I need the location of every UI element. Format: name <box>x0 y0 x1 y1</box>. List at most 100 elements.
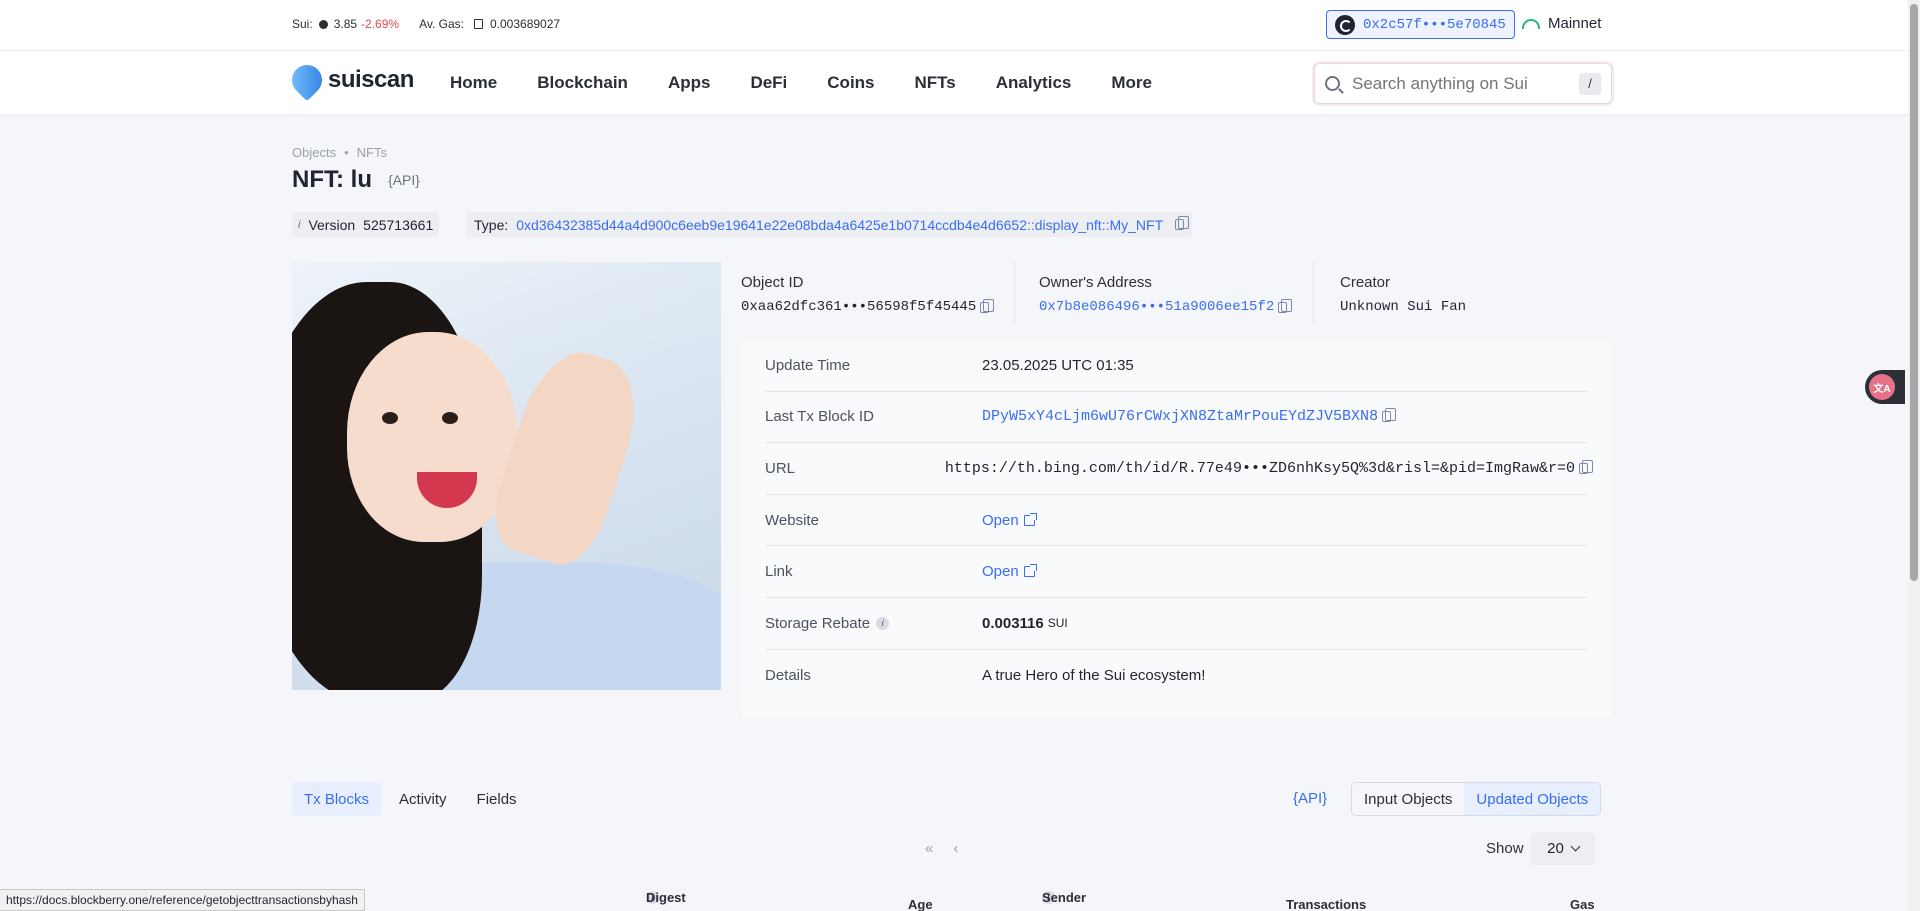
nav-item-home[interactable]: Home <box>450 73 497 93</box>
breadcrumb-objects[interactable]: Objects <box>292 145 336 160</box>
detail-row-details: Details A true Hero of the Sui ecosystem… <box>765 650 1588 702</box>
detail-label: Website <box>765 511 819 529</box>
first-page-button[interactable]: « <box>925 840 933 857</box>
tab-tx-blocks[interactable]: Tx Blocks <box>292 782 382 816</box>
wallet-button[interactable]: 0x2c57f•••5e70845 <box>1326 10 1515 39</box>
logo-text: suiscan <box>328 66 414 93</box>
object-info-row: Object ID 0xaa62dfc361•••56598f5f45445 O… <box>741 262 1612 326</box>
detail-row-update-time: Update Time 23.05.2025 UTC 01:35 <box>765 340 1588 392</box>
sui-label: Sui: <box>292 17 313 31</box>
translate-button[interactable]: 文A <box>1865 370 1905 404</box>
external-link-icon[interactable] <box>1023 564 1037 578</box>
search-icon <box>1325 76 1340 91</box>
type-link[interactable]: 0xd36432385d44a4d900c6eeb9e19641e22e08bd… <box>516 217 1163 233</box>
detail-label: Last Tx Block ID <box>765 408 874 426</box>
suiscan-logo[interactable]: suiscan <box>285 58 414 102</box>
detail-label: Update Time <box>765 356 851 374</box>
nav-item-more[interactable]: More <box>1111 73 1152 93</box>
api-tag[interactable]: {API} <box>388 172 420 188</box>
type-chip: Type: 0xd36432385d44a4d900c6eeb9e19641e2… <box>466 212 1193 237</box>
breadcrumb-separator: • <box>344 145 349 160</box>
breadcrumb: Objects • NFTs <box>292 145 387 160</box>
scrollbar-thumb[interactable] <box>1910 4 1918 581</box>
tab-activity[interactable]: Activity <box>387 782 459 816</box>
sui-coin-icon <box>318 19 328 29</box>
owner-label: Owner's Address <box>1039 274 1152 291</box>
gas-pump-icon <box>473 19 483 29</box>
column-header-sender: Sender <box>1042 889 1087 905</box>
copy-icon[interactable] <box>1382 408 1397 423</box>
nav-item-blockchain[interactable]: Blockchain <box>537 73 628 93</box>
update-time-value: 23.05.2025 UTC 01:35 <box>982 356 1134 374</box>
url-value: https://th.bing.com/th/id/R.77e49•••ZD6n… <box>944 459 1575 477</box>
info-icon[interactable]: i <box>876 616 890 630</box>
website-open-link[interactable]: Open <box>982 512 1019 529</box>
column-header-transactions: Transactions <box>1286 897 1367 911</box>
signal-icon <box>1522 18 1540 29</box>
browser-status-url: https://docs.blockberry.one/reference/ge… <box>0 889 365 911</box>
nav-item-nfts[interactable]: NFTs <box>915 73 956 93</box>
tab-fields[interactable]: Fields <box>465 782 529 816</box>
sui-unit: SUI <box>1047 616 1068 631</box>
search-input[interactable] <box>1352 73 1572 94</box>
detail-row-link: Link Open <box>765 546 1588 598</box>
sui-price: 3.85 <box>333 17 358 31</box>
creator-cell: Creator Unknown Sui Fan <box>1314 262 1466 326</box>
external-link-icon[interactable] <box>1023 512 1037 526</box>
owner-cell: Owner's Address 0x7b8e086496•••51a9006ee… <box>1015 262 1314 326</box>
version-chip: i Version 525713661 <box>292 212 440 237</box>
page-title: NFT: lu <box>292 166 372 193</box>
nav-menu: Home Blockchain Apps DeFi Coins NFTs Ana… <box>450 73 1192 93</box>
copy-icon[interactable] <box>1579 459 1593 474</box>
details-card: Update Time 23.05.2025 UTC 01:35 Last Tx… <box>741 340 1612 718</box>
input-objects-button[interactable]: Input Objects <box>1352 783 1464 815</box>
objects-toggle: Input Objects Updated Objects <box>1351 782 1602 816</box>
owner-address-link[interactable]: 0x7b8e086496•••51a9006ee15f2 <box>1039 299 1274 315</box>
detail-row-url: URL https://th.bing.com/th/id/R.77e49•••… <box>765 443 1593 495</box>
search-shortcut: / <box>1579 72 1601 95</box>
nav-item-coins[interactable]: Coins <box>827 73 874 93</box>
main-nav: suiscan Home Blockchain Apps DeFi Coins … <box>0 51 1908 115</box>
api-link[interactable]: {API} <box>1293 790 1327 807</box>
network-selector[interactable]: Mainnet <box>1522 15 1601 32</box>
wallet-icon <box>1335 14 1355 35</box>
copy-icon[interactable] <box>1278 298 1293 313</box>
creator-label: Creator <box>1340 274 1391 291</box>
top-bar: Sui: 3.85 -2.69% Av. Gas: 0.003689027 0x… <box>0 0 1908 51</box>
detail-label: Storage Rebate <box>765 614 871 632</box>
tab-bar: Tx Blocks Activity Fields <box>292 782 529 816</box>
info-icon: i <box>298 218 301 231</box>
nav-item-analytics[interactable]: Analytics <box>996 73 1072 93</box>
breadcrumb-nfts[interactable]: NFTs <box>357 145 387 160</box>
copy-icon[interactable] <box>980 298 995 313</box>
storage-rebate-value: 0.003116 <box>982 614 1044 632</box>
link-open-link[interactable]: Open <box>982 563 1019 580</box>
detail-label: Link <box>765 563 793 581</box>
wallet-address: 0x2c57f•••5e70845 <box>1363 16 1506 33</box>
object-id-cell: Object ID 0xaa62dfc361•••56598f5f45445 <box>741 262 1015 326</box>
gas-label: Av. Gas: <box>419 17 464 31</box>
pagination: « ‹ <box>925 840 958 857</box>
version-label: Version <box>308 216 356 233</box>
page-scrollbar[interactable] <box>1908 0 1920 911</box>
nav-item-apps[interactable]: Apps <box>668 73 711 93</box>
detail-label: Details <box>765 666 811 684</box>
type-label: Type: <box>474 216 509 233</box>
detail-row-last-tx: Last Tx Block ID DPyW5xY4cLjm6wU76rCWxjX… <box>765 392 1588 444</box>
sui-drop-icon <box>285 58 329 102</box>
chevron-down-icon <box>1570 841 1581 852</box>
column-header-gas: Gas <box>1570 897 1595 911</box>
detail-label: URL <box>765 459 796 477</box>
copy-icon[interactable] <box>1175 216 1190 230</box>
last-tx-link[interactable]: DPyW5xY4cLjm6wU76rCWxjXN8ZtaMrPouEYdZJV5… <box>982 408 1378 425</box>
price-ticker: Sui: 3.85 -2.69% Av. Gas: 0.003689027 <box>292 17 560 31</box>
page-size-select[interactable]: 20 <box>1531 832 1595 865</box>
detail-row-storage-rebate: Storage Rebate i 0.003116 SUI <box>765 598 1588 650</box>
sui-change: -2.69% <box>361 17 400 31</box>
details-value: A true Hero of the Sui ecosystem! <box>982 666 1206 684</box>
prev-page-button[interactable]: ‹ <box>953 840 958 857</box>
search-box: / <box>1314 63 1612 104</box>
column-header-age: Age <box>908 897 933 911</box>
updated-objects-button[interactable]: Updated Objects <box>1464 783 1601 815</box>
nav-item-defi[interactable]: DeFi <box>750 73 787 93</box>
